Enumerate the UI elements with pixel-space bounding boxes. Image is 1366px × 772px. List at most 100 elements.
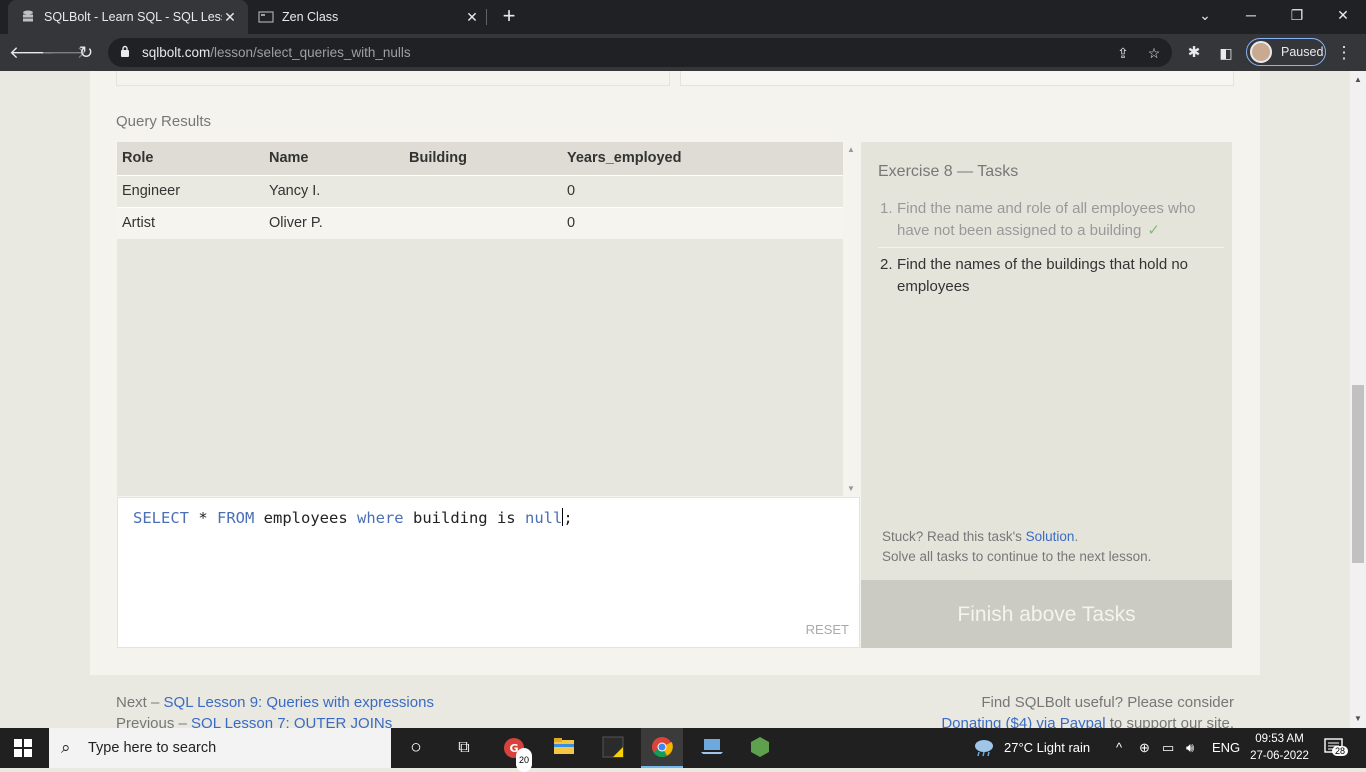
url-path: /lesson/select_queries_with_nulls (210, 45, 411, 60)
task-text: Find the names of the buildings that hol… (897, 256, 1189, 295)
side-panel-icon[interactable]: ◧ (1213, 40, 1239, 66)
sql-query-editor[interactable]: SELECT * FROM employees where building i… (117, 497, 860, 648)
table-cell: 0 (562, 206, 843, 239)
search-placeholder: Type here to search (88, 740, 217, 756)
back-icon[interactable]: 🡐 (9, 40, 55, 66)
taskbar-search[interactable]: ⌕ Type here to search (49, 728, 391, 768)
browser-titlebar: SQLBolt - Learn SQL - SQL Lesson ✕ Zen C… (0, 0, 1366, 34)
table-cell: Yancy I. (264, 174, 404, 207)
forward-icon[interactable]: 🡒 (41, 40, 87, 66)
lesson-navigation: Next – SQL Lesson 9: Queries with expres… (116, 692, 434, 728)
tab-search-icon[interactable]: ⌄ (1182, 0, 1228, 32)
weather-text[interactable]: 27°C Light rain (1004, 740, 1090, 755)
scroll-up-icon[interactable]: ▲ (847, 145, 855, 154)
bookmark-star-icon[interactable]: ☆ (1144, 43, 1164, 63)
chrome-icon[interactable] (650, 736, 674, 760)
sticky-notes-icon[interactable] (601, 736, 625, 760)
profile-button[interactable]: Paused (1246, 38, 1326, 66)
lock-icon[interactable] (120, 45, 130, 63)
url-host: sqlbolt.com (142, 45, 211, 60)
file-explorer-icon[interactable] (552, 736, 576, 760)
reset-button[interactable]: RESET (806, 622, 849, 637)
tray-chevron-icon[interactable]: ^ (1116, 740, 1122, 755)
zen-favicon-icon (258, 9, 274, 25)
sql-token: * (189, 509, 217, 527)
previous-label: Previous – (116, 715, 192, 728)
table-cell (404, 206, 562, 239)
volume-icon[interactable]: 🔊︎ (1186, 740, 1194, 756)
language-indicator[interactable]: ENG (1212, 740, 1240, 755)
new-tab-icon[interactable]: + (498, 5, 520, 27)
battery-icon[interactable]: ▭ (1162, 740, 1174, 756)
tab-close-icon[interactable]: ✕ (222, 9, 238, 25)
laptop-app-icon[interactable] (700, 736, 724, 760)
address-bar[interactable]: sqlbolt.com/lesson/select_queries_with_n… (108, 38, 1172, 67)
clock-date: 27-06-2022 (1250, 750, 1309, 762)
task-view-icon[interactable]: ⧉ (452, 736, 476, 760)
donate-link[interactable]: Donating ($4) via Paypal (941, 715, 1105, 728)
query-text[interactable]: SELECT * FROM employees where building i… (133, 508, 573, 527)
notifications-icon[interactable]: 28 (1324, 738, 1349, 759)
windows-start-icon[interactable] (14, 739, 32, 757)
column-header: Name (264, 142, 404, 175)
query-results-label: Query Results (116, 113, 212, 130)
donation-suffix: to support our site. (1105, 715, 1234, 728)
sql-keyword: SELECT (133, 509, 189, 527)
task-item-1: 1. Find the name and role of all employe… (878, 198, 1224, 248)
page-scrollbar[interactable]: ▲ ▼ (1350, 71, 1366, 728)
sql-token: ; (563, 509, 573, 527)
tab-separator (486, 9, 487, 25)
cortana-icon[interactable]: ○ (404, 736, 428, 760)
sql-keyword: where (356, 509, 404, 527)
column-header: Building (404, 142, 562, 175)
tab-zen-class[interactable]: Zen Class ✕ (250, 0, 490, 34)
extensions-puzzle-icon[interactable]: ✱ (1181, 40, 1207, 66)
previous-lesson-link[interactable]: SQL Lesson 7: OUTER JOINs (191, 715, 392, 728)
column-header: Role (117, 142, 264, 175)
reload-icon[interactable]: ↻ (73, 40, 99, 66)
weather-icon[interactable] (972, 737, 996, 760)
share-icon[interactable]: ⇪ (1113, 43, 1133, 63)
sql-keyword: FROM (217, 509, 255, 527)
avatar (1250, 41, 1272, 63)
sql-keyword: null (524, 509, 563, 527)
browser-toolbar: 🡐 🡒 ↻ sqlbolt.com/lesson/select_queries_… (0, 34, 1366, 71)
tray-app-icon[interactable]: ⊕ (1139, 740, 1150, 756)
table-cell (404, 174, 562, 207)
tab-close-icon[interactable]: ✕ (464, 9, 480, 25)
continue-text: Solve all tasks to continue to the next … (882, 549, 1152, 564)
next-lesson-link[interactable]: SQL Lesson 9: Queries with expressions (164, 694, 434, 711)
minimize-icon[interactable]: ─ (1228, 0, 1274, 32)
task-item-2: 2. Find the names of the buildings that … (878, 254, 1224, 298)
checkmark-icon: ✓ (1147, 222, 1160, 239)
donation-note: Find SQLBolt useful? Please consider Don… (941, 692, 1234, 728)
search-icon: ⌕ (61, 738, 71, 757)
table-cell: Artist (117, 206, 264, 239)
scroll-down-icon[interactable]: ▼ (847, 484, 855, 493)
solution-link[interactable]: Solution (1026, 529, 1075, 544)
scroll-down-icon[interactable]: ▼ (1354, 714, 1362, 723)
table-cell: Engineer (117, 174, 264, 207)
tab-sqlbolt[interactable]: SQLBolt - Learn SQL - SQL Lesson ✕ (8, 0, 248, 34)
donation-text: Find SQLBolt useful? Please consider (981, 694, 1234, 711)
results-scrollbar[interactable]: ▲ ▼ (843, 142, 859, 496)
sql-token: employees (254, 509, 357, 527)
windows-taskbar: ⌕ Type here to search ○ ⧉ G 20 27°C Ligh… (0, 728, 1366, 772)
finish-tasks-button[interactable]: Finish above Tasks (861, 580, 1232, 648)
close-window-icon[interactable]: ✕ (1320, 0, 1366, 32)
stuck-text: Stuck? Read this task's (882, 529, 1026, 544)
table-row: Engineer Yancy I. 0 (117, 174, 843, 207)
restore-icon[interactable]: ❐ (1274, 0, 1320, 32)
scrollbar-thumb[interactable] (1352, 385, 1364, 563)
stuck-suffix: . (1074, 529, 1079, 544)
scroll-up-icon[interactable]: ▲ (1354, 75, 1362, 84)
table-preview-box (680, 71, 1234, 86)
table-cell: 0 (562, 174, 843, 207)
menu-kebab-icon[interactable]: ⋮ (1331, 40, 1357, 66)
mail-app-icon[interactable]: G 20 (502, 736, 533, 772)
table-preview-box (116, 71, 670, 86)
column-header: Years_employed (562, 142, 843, 175)
nodejs-icon[interactable] (748, 736, 772, 760)
tasks-list: 1. Find the name and role of all employe… (878, 198, 1224, 298)
clock[interactable]: 09:53 AM 27-06-2022 (1247, 731, 1312, 765)
